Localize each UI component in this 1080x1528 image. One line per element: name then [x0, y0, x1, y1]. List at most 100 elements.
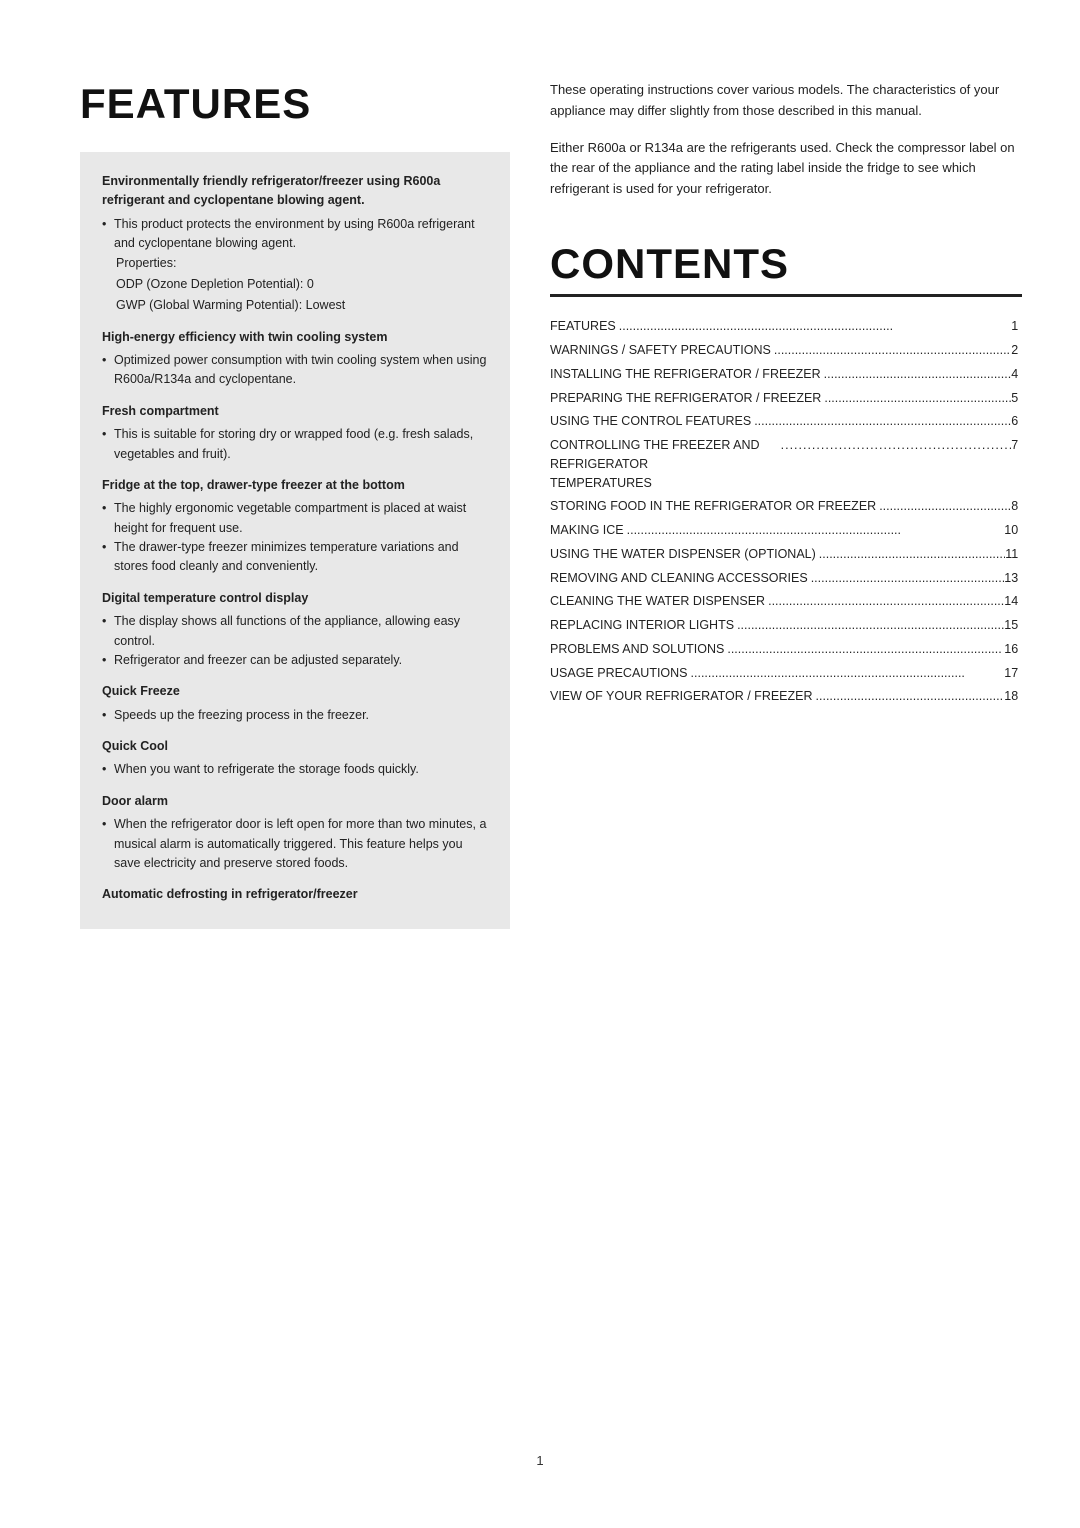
door-alarm-bullet: When the refrigerator door is left open … [102, 815, 488, 873]
toc-label: WARNINGS / SAFETY PRECAUTIONS...........… [550, 339, 1022, 363]
toc-label: MAKING ICE..............................… [550, 519, 1022, 543]
contents-section: CONTENTS FEATURES.......................… [550, 240, 1022, 709]
toc-label: INSTALLING THE REFRIGERATOR / FREEZER...… [550, 362, 1022, 386]
toc-entry-label: PREPARING THE REFRIGERATOR / FREEZER [550, 389, 821, 408]
toc-entry-label: CLEANING THE WATER DISPENSER [550, 592, 765, 611]
toc-entry-label: MAKING ICE [550, 521, 624, 540]
toc-entry-label: REPLACING INTERIOR LIGHTS [550, 616, 734, 635]
toc-page-num: 11 [1005, 545, 1018, 564]
toc-page-num: 13 [1004, 569, 1018, 588]
page-number: 1 [80, 1453, 1000, 1468]
main-content: FEATURES Environmentally friendly refrig… [80, 80, 1000, 1413]
toc-dots: ........................................… [808, 569, 1005, 588]
toc-item: MAKING ICE..............................… [550, 519, 1022, 543]
toc-item: REMOVING AND CLEANING ACCESSORIES.......… [550, 566, 1022, 590]
quick-cool-bullet: When you want to refrigerate the storage… [102, 760, 488, 779]
toc-dots: ........................................… [688, 664, 1005, 683]
digital-display-title: Digital temperature control display [102, 589, 488, 608]
toc-entry-label: REMOVING AND CLEANING ACCESSORIES [550, 569, 808, 588]
toc-label: VIEW OF YOUR REFRIGERATOR / FREEZER.....… [550, 685, 1022, 709]
quick-freeze-bullet: Speeds up the freezing process in the fr… [102, 706, 488, 725]
contents-divider [550, 294, 1022, 297]
toc-dots: ........................................… [771, 341, 1011, 360]
toc-page-num: 2 [1011, 341, 1018, 360]
toc-label: STORING FOOD IN THE REFRIGERATOR OR FREE… [550, 495, 1022, 519]
toc-label: CLEANING THE WATER DISPENSER............… [550, 590, 1022, 614]
quick-cool-title: Quick Cool [102, 737, 488, 756]
toc-page-num: 7 [1011, 436, 1018, 455]
toc-label: USING THE CONTROL FEATURES..............… [550, 410, 1022, 434]
toc-dots: ........................................… [765, 592, 1004, 611]
toc-page-num: 18 [1004, 687, 1018, 706]
toc-label: FEATURES................................… [550, 315, 1022, 339]
toc-label: USAGE PRECAUTIONS.......................… [550, 661, 1022, 685]
features-title: FEATURES [80, 80, 510, 128]
quick-freeze-title: Quick Freeze [102, 682, 488, 701]
toc-entry-label: USING THE CONTROL FEATURES [550, 412, 751, 431]
fridge-top-bullet2: The drawer-type freezer minimizes temper… [102, 538, 488, 577]
toc-page-num: 1 [1011, 317, 1018, 336]
toc-dots: ........................................… [876, 497, 1011, 516]
contents-title: CONTENTS [550, 240, 1022, 288]
toc-page-num: 10 [1004, 521, 1018, 540]
toc-item: USAGE PRECAUTIONS.......................… [550, 661, 1022, 685]
toc-item: CLEANING THE WATER DISPENSER............… [550, 590, 1022, 614]
toc-item: PROBLEMS AND SOLUTIONS..................… [550, 637, 1022, 661]
toc-page-num: 15 [1004, 616, 1018, 635]
toc-label: REPLACING INTERIOR LIGHTS...............… [550, 614, 1022, 638]
twin-cooling-bullet: Optimized power consumption with twin co… [102, 351, 488, 390]
fresh-compartment-title: Fresh compartment [102, 402, 488, 421]
digital-display-bullet2: Refrigerator and freezer can be adjusted… [102, 651, 488, 670]
toc-item: USING THE WATER DISPENSER (OPTIONAL)....… [550, 542, 1022, 566]
toc-label: CONTROLLING THE FREEZER AND REFRIGERATOR… [550, 434, 1022, 495]
right-column: These operating instructions cover vario… [550, 80, 1022, 1413]
toc-entry-label: INSTALLING THE REFRIGERATOR / FREEZER [550, 365, 821, 384]
fridge-top-bullet1: The highly ergonomic vegetable compartme… [102, 499, 488, 538]
toc-dots: ........................................… [821, 365, 1012, 384]
toc-dots: ........................................… [624, 521, 1005, 540]
toc-dots: ........................................… [821, 389, 1011, 408]
toc-page-num: 17 [1004, 664, 1018, 683]
toc-label: PREPARING THE REFRIGERATOR / FREEZER....… [550, 386, 1022, 410]
toc-entry-label: VIEW OF YOUR REFRIGERATOR / FREEZER [550, 687, 813, 706]
toc-item: VIEW OF YOUR REFRIGERATOR / FREEZER.....… [550, 685, 1022, 709]
toc-label: USING THE WATER DISPENSER (OPTIONAL)....… [550, 542, 1022, 566]
properties-label: Properties: [102, 254, 488, 273]
toc-item: WARNINGS / SAFETY PRECAUTIONS...........… [550, 339, 1022, 363]
features-box: Environmentally friendly refrigerator/fr… [80, 152, 510, 929]
twin-cooling-title: High-energy efficiency with twin cooling… [102, 328, 488, 347]
digital-display-bullet1: The display shows all functions of the a… [102, 612, 488, 651]
left-column: FEATURES Environmentally friendly refrig… [80, 80, 510, 1413]
toc-item: USING THE CONTROL FEATURES..............… [550, 410, 1022, 434]
fridge-top-title: Fridge at the top, drawer-type freezer a… [102, 476, 488, 495]
toc-entry-label: USAGE PRECAUTIONS [550, 664, 688, 683]
toc-dots: ........................................… [816, 545, 1005, 564]
toc-label: REMOVING AND CLEANING ACCESSORIES.......… [550, 566, 1022, 590]
toc-dots: ........................................… [813, 687, 1005, 706]
toc-page-num: 8 [1011, 497, 1018, 516]
toc-label: PROBLEMS AND SOLUTIONS..................… [550, 637, 1022, 661]
right-intro: These operating instructions cover vario… [550, 80, 1022, 200]
page: FEATURES Environmentally friendly refrig… [0, 0, 1080, 1528]
intro-para1: These operating instructions cover vario… [550, 80, 1022, 122]
toc-dots: ........................................… [734, 616, 1004, 635]
fresh-compartment-bullet: This is suitable for storing dry or wrap… [102, 425, 488, 464]
env-bullet1: This product protects the environment by… [102, 215, 488, 254]
toc-dots: ........................................… [616, 317, 1011, 336]
env-friendly-heading: Environmentally friendly refrigerator/fr… [102, 172, 488, 211]
toc-entry-label: STORING FOOD IN THE REFRIGERATOR OR FREE… [550, 497, 876, 516]
odp-text: ODP (Ozone Depletion Potential): 0 [102, 275, 488, 294]
toc-page-num: 16 [1004, 640, 1018, 659]
toc-page-num: 6 [1011, 412, 1018, 431]
toc-page-num: 14 [1004, 592, 1018, 611]
toc-entry-label: WARNINGS / SAFETY PRECAUTIONS [550, 341, 771, 360]
gwp-text: GWP (Global Warming Potential): Lowest [102, 296, 488, 315]
toc-table: FEATURES................................… [550, 315, 1022, 709]
door-alarm-title: Door alarm [102, 792, 488, 811]
intro-para2: Either R600a or R134a are the refrigeran… [550, 138, 1022, 200]
toc-dots: ........................................… [751, 412, 1011, 431]
toc-entry-label: PROBLEMS AND SOLUTIONS [550, 640, 724, 659]
toc-item: PREPARING THE REFRIGERATOR / FREEZER....… [550, 386, 1022, 410]
toc-item: REPLACING INTERIOR LIGHTS...............… [550, 614, 1022, 638]
toc-entry-label: USING THE WATER DISPENSER (OPTIONAL) [550, 545, 816, 564]
